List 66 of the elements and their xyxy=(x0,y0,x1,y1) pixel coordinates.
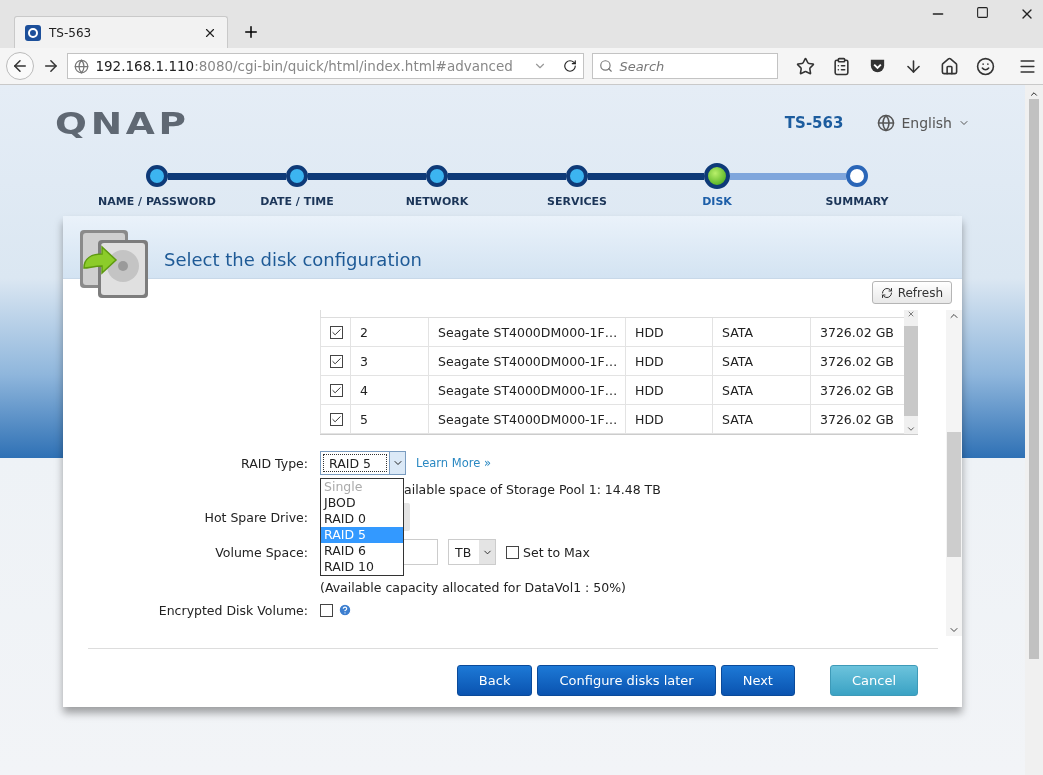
disk-checkbox[interactable] xyxy=(330,412,343,426)
scroll-down-icon[interactable] xyxy=(906,424,916,434)
step-label: SUMMARY xyxy=(825,195,889,208)
table-cell: Seagate ST4000DM000-1F… xyxy=(428,318,625,346)
smiley-icon[interactable] xyxy=(976,56,995,76)
globe-icon xyxy=(74,58,90,74)
disk-checkbox[interactable] xyxy=(330,383,343,397)
address-bar[interactable]: 192.168.1.110:8080/cgi-bin/quick/html/index.html#advanced xyxy=(67,53,585,79)
step-label: NAME / PASSWORD xyxy=(98,195,216,208)
table-cell: SATA xyxy=(712,347,810,375)
raid-type-select[interactable]: RAID 5 xyxy=(320,451,406,475)
field-label: Hot Spare Drive: xyxy=(203,509,308,525)
footer-button[interactable]: Next xyxy=(720,665,795,696)
step-label: DATE / TIME xyxy=(260,195,334,208)
table-cell: HDD xyxy=(625,405,712,433)
learn-more-link[interactable]: Learn More » xyxy=(416,456,491,470)
favicon-icon xyxy=(25,24,41,41)
reload-icon[interactable] xyxy=(563,59,578,73)
unit-select[interactable]: TB xyxy=(448,539,496,565)
table-cell: 4 xyxy=(350,376,428,404)
step-label: SERVICES xyxy=(547,195,607,208)
disk-checkbox[interactable] xyxy=(330,354,343,368)
globe-icon xyxy=(877,114,896,132)
table-cell: 5 xyxy=(350,405,428,433)
step-label: DISK xyxy=(702,195,732,208)
disk-checkbox[interactable] xyxy=(330,325,343,339)
pool-space-text: ailable space of Storage Pool 1: 14.48 TB xyxy=(404,480,662,499)
home-icon[interactable] xyxy=(940,56,959,76)
disk-icon xyxy=(78,228,150,300)
scrollbar[interactable] xyxy=(1025,85,1043,775)
table-cell: Seagate ST4000DM000-1F… xyxy=(428,376,625,404)
logo: QNAP xyxy=(55,105,190,141)
field-label: Volume Space: xyxy=(214,544,308,560)
refresh-button[interactable]: Refresh xyxy=(871,281,952,304)
table-cell: HDD xyxy=(625,347,712,375)
table-cell: HDD xyxy=(625,376,712,404)
field-label: Encrypted Disk Volume: xyxy=(157,602,308,618)
refresh-icon xyxy=(880,286,893,299)
table-cell: SATA xyxy=(712,405,810,433)
star-icon[interactable] xyxy=(796,56,815,76)
dialog-title: Select the disk configuration xyxy=(164,249,422,270)
table-cell: 3 xyxy=(350,347,428,375)
set-to-max-checkbox[interactable]: Set to Max xyxy=(506,544,590,560)
language-selector[interactable]: English xyxy=(877,114,970,132)
browser-tab[interactable]: TS-563 xyxy=(14,16,228,48)
field-label: RAID Type: xyxy=(240,455,308,471)
search-field[interactable]: Search xyxy=(592,53,778,79)
maximize-icon[interactable] xyxy=(976,6,989,19)
footer-button[interactable]: Configure disks later xyxy=(537,665,716,696)
search-icon xyxy=(599,59,614,73)
new-tab-icon[interactable] xyxy=(242,23,260,41)
step-label: NETWORK xyxy=(405,195,469,208)
reader-icon[interactable] xyxy=(832,56,851,76)
table-cell: Seagate ST4000DM000-1F… xyxy=(428,347,625,375)
capacity-note: (Available capacity allocated for DataVol1 : 50%) xyxy=(320,580,626,595)
footer-button[interactable]: Back xyxy=(456,665,533,696)
table-cell: SATA xyxy=(712,318,810,346)
scrollbar[interactable] xyxy=(904,310,918,434)
table-cell: Seagate ST4000DM000-1F… xyxy=(428,405,625,433)
table-cell: SATA xyxy=(712,376,810,404)
back-button[interactable] xyxy=(6,52,34,80)
encrypt-checkbox[interactable] xyxy=(320,603,333,617)
table-cell: HDD xyxy=(625,318,712,346)
table-cell: 2 xyxy=(350,318,428,346)
help-icon[interactable] xyxy=(338,603,352,617)
device-model: TS-563 xyxy=(784,114,844,132)
